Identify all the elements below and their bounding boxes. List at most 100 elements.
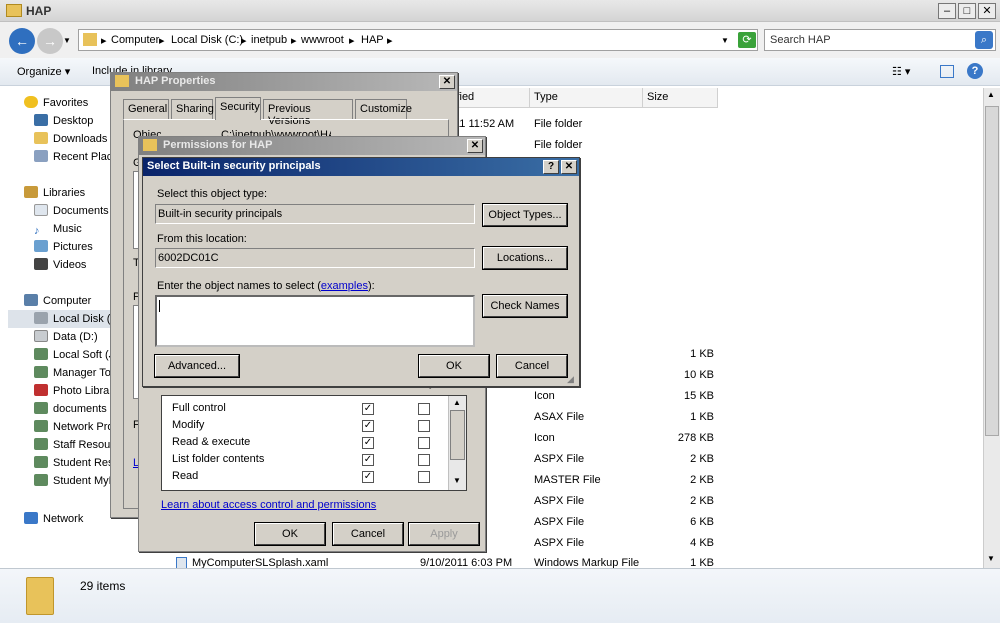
address-row: ← → ▼ ▸ Computer ▸ Local Disk (C:) ▸ ine… — [0, 22, 1000, 58]
select-ok-button[interactable]: OK — [418, 354, 490, 378]
select-close-button[interactable]: ✕ — [561, 160, 577, 174]
file-type: MASTER File — [534, 474, 601, 486]
history-dropdown-icon[interactable]: ▼ — [63, 36, 71, 45]
properties-close-button[interactable]: ✕ — [439, 75, 455, 89]
permission-allow-checkbox[interactable]: ✓ — [362, 471, 374, 483]
file-row[interactable]: 52 AMIcon278 KB — [450, 428, 720, 448]
vertical-scrollbar[interactable]: ▲ ▼ — [983, 88, 1000, 568]
properties-titlebar: HAP Properties — [111, 73, 457, 91]
file-size — [644, 114, 714, 134]
permission-deny-checkbox[interactable] — [418, 437, 430, 449]
advanced-button[interactable]: Advanced... — [154, 354, 240, 378]
file-size: 2 KB — [690, 495, 714, 507]
file-row[interactable]: 52 AMIcon15 KB — [450, 386, 720, 406]
back-button[interactable]: ← — [9, 28, 35, 54]
object-names-input[interactable] — [155, 295, 475, 347]
scroll-up-icon[interactable]: ▲ — [987, 90, 995, 99]
scroll-up-icon[interactable]: ▲ — [453, 398, 461, 407]
permission-allow-checkbox[interactable]: ✓ — [362, 403, 374, 415]
file-row[interactable]: 52 AMASPX File6 KB — [450, 512, 720, 532]
resize-grip-icon[interactable]: ◢ — [567, 374, 574, 385]
file-type: Icon — [534, 432, 555, 444]
tab-previous-versions[interactable]: Previous Versions — [263, 99, 353, 127]
permissions-apply-button[interactable]: Apply — [408, 522, 480, 546]
select-cancel-button[interactable]: Cancel — [496, 354, 568, 378]
file-row[interactable]: 52 AMASPX File4 KB — [450, 533, 720, 553]
tab-sharing[interactable]: Sharing — [171, 99, 214, 119]
scroll-thumb[interactable] — [985, 106, 999, 436]
object-type-label: Select this object type: — [157, 188, 268, 200]
examples-link[interactable]: examples — [321, 280, 368, 292]
column-size[interactable]: Size — [643, 88, 718, 108]
scroll-down-icon[interactable]: ▼ — [987, 554, 995, 563]
folder-icon — [83, 33, 97, 46]
permissions-cancel-button[interactable]: Cancel — [332, 522, 404, 546]
scroll-thumb[interactable] — [450, 410, 465, 460]
location-field: 6002DC01C — [155, 248, 475, 268]
column-date-modified[interactable]: ified — [450, 88, 530, 108]
folder-icon — [6, 4, 22, 17]
permission-allow-checkbox[interactable]: ✓ — [362, 454, 374, 466]
scroll-down-icon[interactable]: ▼ — [453, 476, 461, 485]
search-icon[interactable]: ⌕ — [975, 31, 993, 49]
tab-general[interactable]: General — [123, 99, 169, 119]
permission-label: Read — [172, 470, 199, 482]
address-dropdown-icon[interactable]: ▼ — [721, 36, 729, 45]
help-button[interactable]: ? — [543, 160, 559, 174]
file-size: 6 KB — [690, 516, 714, 528]
check-names-button[interactable]: Check Names — [482, 294, 568, 318]
organize-menu[interactable]: Organize ▾ — [17, 65, 70, 78]
file-type: ASAX File — [534, 411, 585, 423]
permission-allow-checkbox[interactable]: ✓ — [362, 437, 374, 449]
permission-allow-checkbox[interactable]: ✓ — [362, 420, 374, 432]
pictures-icon — [34, 240, 48, 252]
file-row[interactable]: 52 AMASPX File2 KB — [450, 491, 720, 511]
permission-deny-checkbox[interactable] — [418, 454, 430, 466]
file-row[interactable]: 52 AMASAX File1 KB — [450, 407, 720, 427]
permissions-scrollbar[interactable]: ▲ ▼ — [448, 396, 466, 490]
network-drive-icon — [34, 456, 48, 468]
column-type[interactable]: Type — [530, 88, 643, 108]
locations-button[interactable]: Locations... — [482, 246, 568, 270]
file-size: 2 KB — [690, 474, 714, 486]
permission-deny-checkbox[interactable] — [418, 403, 430, 415]
search-input[interactable]: Search HAP ⌕ — [764, 29, 996, 51]
permissions-list: Full control ✓ Modify ✓ Read & execute ✓ List … — [161, 395, 467, 491]
location-label: From this location: — [157, 233, 247, 245]
help-icon[interactable]: ? — [967, 63, 983, 79]
file-row[interactable]: 52 AMASPX File2 KB — [450, 449, 720, 469]
disconnected-drive-icon — [34, 384, 48, 396]
forward-button[interactable]: → — [37, 28, 63, 54]
permission-deny-checkbox[interactable] — [418, 471, 430, 483]
tab-security[interactable]: Security — [215, 97, 261, 120]
file-row[interactable]: 52 AMMASTER File2 KB — [450, 470, 720, 490]
view-options-icon[interactable]: ☷ ▾ — [892, 65, 910, 78]
minimize-button[interactable]: – — [938, 3, 956, 19]
close-button[interactable]: ✕ — [978, 3, 996, 19]
network-drive-icon — [34, 420, 48, 432]
permissions-titlebar: Permissions for HAP — [139, 137, 485, 155]
permission-deny-checkbox[interactable] — [418, 420, 430, 432]
object-types-button[interactable]: Object Types... — [482, 203, 568, 227]
breadcrumb-computer[interactable]: Computer — [111, 34, 159, 46]
select-principals-dialog: Select Built-in security principals ? ✕ … — [142, 157, 580, 387]
file-size: 15 KB — [684, 390, 714, 402]
breadcrumb-wwwroot[interactable]: wwwroot — [301, 34, 344, 46]
file-row[interactable]: 11 11:52 AM File folder — [450, 114, 720, 134]
permissions-close-button[interactable]: ✕ — [467, 139, 483, 153]
breadcrumb-local-disk[interactable]: Local Disk (C:) — [171, 34, 243, 46]
file-type: ASPX File — [534, 516, 585, 528]
breadcrumb-inetpub[interactable]: inetpub — [251, 34, 287, 46]
breadcrumb-hap[interactable]: HAP — [361, 34, 384, 46]
file-type: ASPX File — [534, 453, 585, 465]
folder-icon — [143, 139, 157, 151]
preview-pane-icon[interactable] — [940, 65, 954, 78]
refresh-button[interactable]: ⟳ — [738, 32, 756, 48]
file-row[interactable]: 52 AMFile folder — [450, 135, 720, 155]
address-bar[interactable]: ▸ Computer ▸ Local Disk (C:) ▸ inetpub ▸… — [78, 29, 758, 51]
maximize-button[interactable]: □ — [958, 3, 976, 19]
learn-access-control-link[interactable]: Learn about access control and permissio… — [161, 499, 376, 511]
file-size: 1 KB — [690, 348, 714, 360]
permissions-ok-button[interactable]: OK — [254, 522, 326, 546]
tab-customize[interactable]: Customize — [355, 99, 412, 119]
